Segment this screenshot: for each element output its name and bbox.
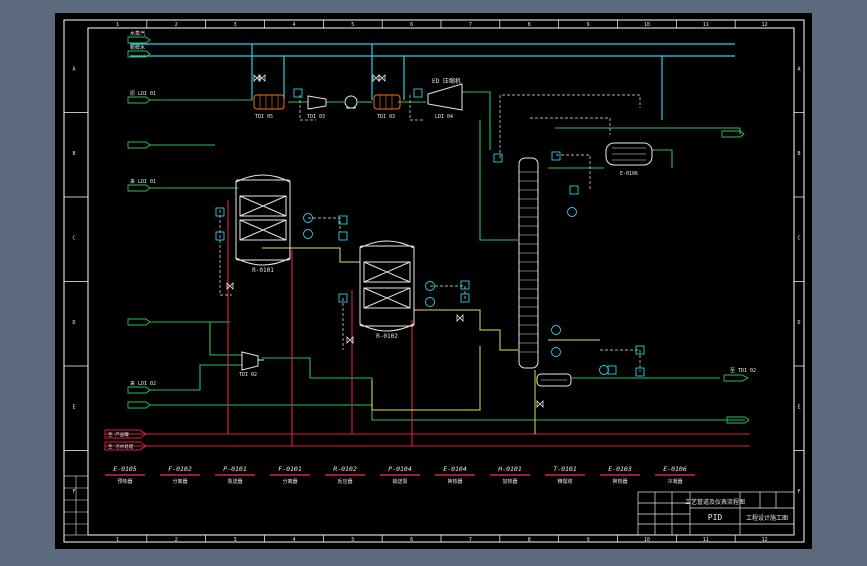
grid-col-label: 4 — [292, 22, 295, 28]
hx2-tag: TDI 03 — [377, 114, 395, 120]
legend-name: 预热器 — [117, 478, 132, 485]
condenser-tag: E-0106 — [620, 171, 638, 177]
grid-row-label: A — [797, 66, 800, 72]
stream-inlet-label: 水蒸汽 — [130, 30, 145, 37]
legend-name: 精馏塔 — [557, 478, 572, 485]
stream-inlet-label: 来 LDI 02 — [130, 381, 156, 387]
grid-row-label: D — [797, 320, 800, 326]
grid-col-label: 8 — [528, 537, 531, 543]
legend-name: 加热器 — [502, 478, 517, 485]
legend-tag: E-0104 — [443, 465, 467, 473]
legend-name: 冷凝器 — [667, 478, 682, 485]
legend-name: 反应器 — [337, 478, 352, 485]
legend-name: 换热器 — [612, 478, 627, 485]
grid-col-label: 6 — [410, 537, 413, 543]
legend-tag: P-0104 — [388, 465, 412, 473]
grid-col-label: 3 — [234, 22, 237, 28]
title-number: 工程设计施工图 — [746, 514, 788, 522]
title-drawing: PID — [708, 513, 723, 522]
grid-col-label: 11 — [703, 537, 709, 543]
reactor1-tag: R-0101 — [252, 267, 274, 274]
grid-row-label: A — [72, 66, 75, 72]
legend-tag: E-0103 — [608, 465, 632, 473]
pump2-tag: TDI 02 — [239, 372, 257, 378]
legend-name: 换热器 — [447, 478, 462, 485]
stream-outlet-label: 至 污水处理 — [108, 443, 134, 450]
grid-col-label: 3 — [234, 537, 237, 543]
legend-tag: E-0106 — [663, 465, 687, 473]
grid-col-label: 7 — [469, 537, 472, 543]
legend-name: 分离器 — [282, 478, 297, 485]
compressor-tag: ED 压缩机 — [432, 77, 461, 85]
grid-col-label: 11 — [703, 22, 709, 28]
grid-col-label: 9 — [587, 22, 590, 28]
grid-col-label: 4 — [292, 537, 295, 543]
stream-inlet-label: 来 LDI 01 — [130, 179, 156, 185]
grid-row-label: E — [797, 404, 800, 410]
grid-col-label: 5 — [351, 537, 354, 543]
grid-row-label: B — [797, 151, 800, 157]
grid-col-label: 9 — [587, 537, 590, 543]
legend-tag: F-0102 — [168, 465, 192, 473]
grid-row-label: D — [72, 320, 75, 326]
grid-row-label: C — [72, 235, 75, 241]
grid-col-label: 12 — [762, 537, 768, 543]
grid-row-label: E — [72, 404, 75, 410]
grid-col-label: 8 — [528, 22, 531, 28]
grid-row-label: B — [72, 151, 75, 157]
grid-row-label: F — [797, 489, 800, 495]
legend-tag: E-0105 — [113, 465, 137, 473]
legend-tag: T-0101 — [553, 465, 577, 473]
grid-col-label: 10 — [644, 537, 650, 543]
grid-col-label: 6 — [410, 22, 413, 28]
grid-col-label: 12 — [762, 22, 768, 28]
legend-tag: P-0101 — [223, 465, 247, 473]
legend-name: 输送泵 — [392, 478, 407, 485]
grid-col-label: 5 — [351, 22, 354, 28]
stream-inlet-label: 原 LDI 01 — [130, 91, 156, 97]
legend-tag: H-0101 — [497, 465, 522, 473]
grid-col-label: 2 — [175, 537, 178, 543]
grid-col-label: 2 — [175, 22, 178, 28]
grid-row-label: F — [72, 489, 75, 495]
pid-drawing: 1 2 3 4 5 6 7 8 9 10 11 12 1 2 3 4 5 6 7 8 9 10 11 12 ABCDEF A… — [55, 13, 812, 549]
stream-outlet-label: 至 TDI 02 — [730, 368, 756, 374]
title-company: 工艺管道及仪表流程图 — [685, 498, 745, 506]
hx3-tag: LDI 04 — [435, 114, 453, 120]
grid-col-label: 7 — [469, 22, 472, 28]
reactor2-tag: R-0102 — [376, 333, 398, 340]
grid-row-label: C — [797, 235, 800, 241]
hx1-tag: TDI 05 — [255, 114, 273, 120]
stream-outlet-label: 至 产品罐 — [108, 431, 129, 438]
grid-col-label: 1 — [116, 22, 119, 28]
grid-col-label: 1 — [116, 537, 119, 543]
stream-inlet-label: 新鲜水 — [130, 44, 145, 51]
pump1-tag: TDI 03 — [307, 114, 325, 120]
grid-col-label: 10 — [644, 22, 650, 28]
legend-tag: F-0101 — [278, 465, 302, 473]
legend-name: 泵送器 — [227, 478, 242, 485]
legend-tag: R-0102 — [333, 465, 357, 473]
cad-viewport[interactable]: 1 2 3 4 5 6 7 8 9 10 11 12 1 2 3 4 5 6 7 8 9 10 11 12 ABCDEF A… — [0, 0, 867, 562]
legend-name: 分离器 — [172, 478, 187, 485]
column-trays — [519, 171, 538, 353]
